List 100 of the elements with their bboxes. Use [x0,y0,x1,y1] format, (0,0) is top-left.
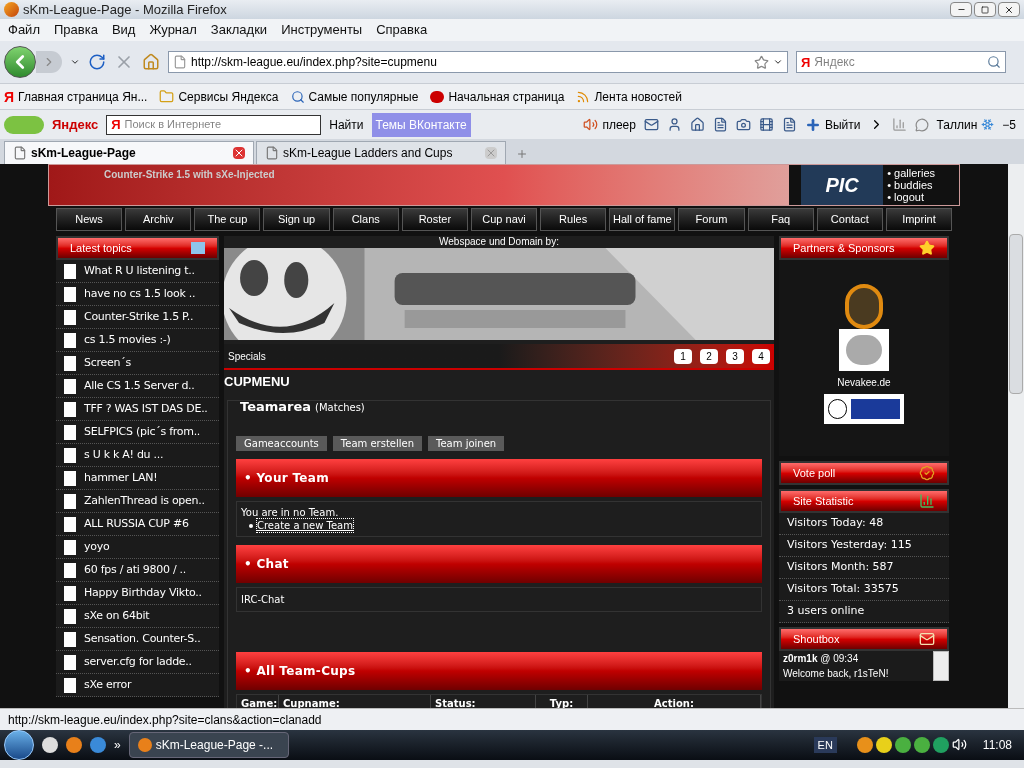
nav-button[interactable]: News [56,208,123,231]
volume-icon[interactable] [951,737,967,752]
search-icon[interactable] [987,55,1001,69]
maximize-icon [981,5,989,14]
document-icon [64,447,76,463]
more-programs[interactable]: » [114,736,121,754]
find-button[interactable]: Найти [329,115,364,134]
nav-button[interactable]: Sign up [263,208,330,231]
user-icon[interactable] [666,117,682,132]
menu-item[interactable]: Справка [376,20,428,40]
reload-icon[interactable] [88,53,106,71]
tray-icon[interactable] [913,737,930,753]
tray-icon[interactable] [856,737,873,753]
back-button[interactable] [4,46,36,78]
document-icon [64,401,76,417]
home-icon[interactable] [689,117,705,132]
search-input[interactable]: Яндекс [814,53,983,71]
nav-button[interactable]: Imprint [885,208,953,231]
document-icon [64,286,76,302]
taskbar-button[interactable]: sKm-League-Page -... [128,732,289,758]
chat-icon[interactable] [914,117,929,132]
page-button[interactable]: 1 [674,348,692,364]
nav-button[interactable]: Contact [816,208,883,231]
menu-item[interactable]: Инструменты [281,20,363,40]
bookmark-link[interactable]: Сервисы Яндекса [178,87,279,106]
section-title: • Your Team [244,470,329,487]
nav-button[interactable]: Rules [540,208,607,231]
header-link[interactable]: • galleries [887,167,935,179]
document-icon [64,309,76,325]
mail-icon[interactable] [643,117,659,132]
nav-button[interactable]: The cup [194,208,261,231]
menu-item[interactable]: Закладки [210,20,268,40]
close-tab-icon[interactable] [233,147,245,159]
topic-link[interactable]: yoyo [84,538,110,556]
close-button[interactable] [998,2,1020,17]
nav-button[interactable]: Roster [401,208,468,231]
page-button[interactable]: 3 [726,348,744,364]
dropdown-icon[interactable] [773,57,783,67]
document-icon [64,677,76,693]
menu-item[interactable]: Журнал [149,20,197,40]
logout-button[interactable]: Выйти [824,115,861,134]
document-icon [64,562,76,578]
browser-tab[interactable]: sKm-League Ladders and Cups [256,141,506,164]
window-title: sKm-League-Page - Mozilla Firefox [23,0,227,19]
team-action-button[interactable]: Team erstellen [332,436,423,451]
page-button[interactable]: 4 [752,348,770,364]
statistic-text: Visitors Yesterday: 115 [787,537,912,554]
language-indicator[interactable]: EN [813,736,837,754]
badge-icon [919,465,935,481]
speaker-icon[interactable] [583,117,599,132]
team-action-button[interactable]: Gameaccounts [236,436,327,451]
yandex-search-field[interactable]: Я Поиск в Интернете [106,114,322,135]
camera-icon[interactable] [735,117,751,132]
shoutbox-scrollbar[interactable] [933,651,949,681]
document-icon [64,654,76,670]
bookmark-star-icon[interactable] [754,54,769,70]
yandex-search-input[interactable]: Поиск в Интернете [124,116,317,133]
bookmark-link[interactable]: Самые популярные [308,87,419,106]
team-action-button[interactable]: Team joinen [428,436,505,451]
nav-button[interactable]: Hall of fame [609,208,676,231]
page-scrollbar[interactable] [1008,164,1024,708]
document-icon[interactable] [712,117,728,132]
nav-button[interactable]: Faq [747,208,814,231]
bookmark-link[interactable]: Главная страница Ян... [18,87,148,106]
bookmark-link[interactable]: Лента новостей [594,87,682,106]
document-icon [64,539,76,555]
page-button[interactable]: 2 [700,348,718,364]
bookmark-link[interactable]: Начальная страница [448,87,565,106]
header-link[interactable]: • logout [887,191,935,203]
nav-button[interactable]: Forum [678,208,745,231]
start-button[interactable] [4,730,34,760]
panel-title: Latest topics [70,240,132,256]
temperature: −5 [1002,116,1016,134]
tray-icon[interactable] [932,737,949,753]
nav-button[interactable]: Clans [332,208,399,231]
search-field[interactable]: Я Яндекс [796,51,1006,73]
tray-icon[interactable] [894,737,911,753]
minimize-button[interactable] [950,2,972,17]
page-icon [265,146,279,160]
nav-button[interactable]: Archiv [125,208,192,231]
create-team-link[interactable]: Create a new Team [257,519,353,532]
shout-message: Welcome back, r1sTeN! [783,668,889,679]
document-icon [64,516,76,532]
specials-label: Specials [228,349,266,364]
menu-item[interactable]: Файл [8,20,40,40]
plus-icon[interactable] [804,116,821,133]
nav-button[interactable]: Cup navi [470,208,538,231]
history-dropdown-icon[interactable] [70,57,80,67]
menu-item[interactable]: Правка [53,20,98,40]
browser-tab[interactable]: sKm-League-Page [4,141,254,164]
address-field[interactable]: http://skm-league.eu/index.php?site=cupmenu [168,51,788,73]
player-button[interactable]: плеер [602,115,636,134]
menu-item[interactable]: Вид [111,20,136,40]
lizard-logo-icon [4,115,44,134]
header-link[interactable]: • buddies [887,179,935,191]
page-icon[interactable] [781,117,797,132]
page-heading: CUPMENU [224,373,291,391]
film-icon[interactable] [758,117,774,132]
page-icon [13,146,27,160]
nevakee-logo-icon [839,329,889,371]
